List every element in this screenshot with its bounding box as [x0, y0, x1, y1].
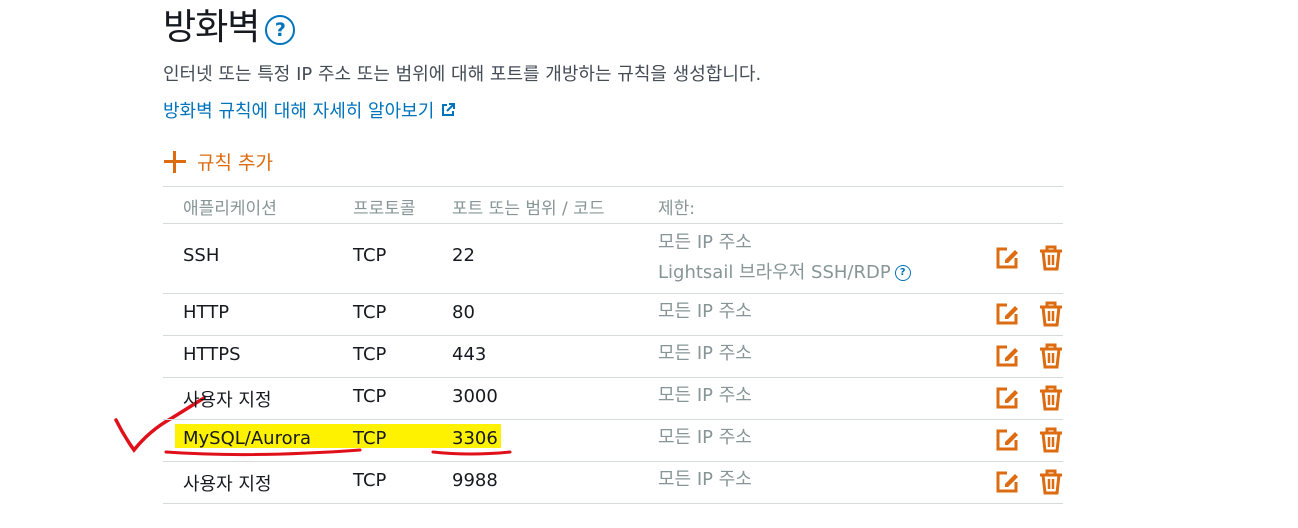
page-title: 방화벽 [163, 7, 260, 48]
edit-icon[interactable] [993, 244, 1021, 272]
restriction-extra: Lightsail 브라우저 SSH/RDP [658, 262, 891, 283]
trash-icon[interactable] [1037, 244, 1065, 272]
cell-port: 3306 [452, 428, 498, 449]
plus-icon [163, 150, 187, 174]
cell-port: 3000 [452, 386, 498, 407]
cell-protocol: TCP [353, 386, 387, 407]
cell-protocol: TCP [353, 344, 387, 365]
cell-protocol: TCP [353, 302, 387, 323]
row-actions [993, 244, 1065, 272]
restriction-line-1: 모든 IP 주소 [658, 232, 752, 253]
trash-icon[interactable] [1037, 426, 1065, 454]
row-actions [993, 468, 1065, 496]
table-row: SSH TCP 22 모든 IP 주소 Lightsail 브라우저 SSH/R… [163, 224, 1063, 294]
table-row: 사용자 지정 TCP 9988 모든 IP 주소 [163, 462, 1063, 504]
table-row: HTTP TCP 80 모든 IP 주소 [163, 294, 1063, 336]
edit-icon[interactable] [993, 384, 1021, 412]
row-actions [993, 300, 1065, 328]
cell-restriction: 모든 IP 주소 [658, 385, 752, 406]
add-rule-label[interactable]: 규칙 추가 [197, 148, 273, 175]
column-header-port: 포트 또는 범위 / 코드 [452, 199, 605, 219]
help-icon[interactable]: ? [894, 265, 911, 281]
cell-application: MySQL/Aurora [183, 428, 312, 449]
table-row: MySQL/Aurora TCP 3306 모든 IP 주소 [163, 420, 1063, 462]
cell-application: 사용자 지정 [183, 390, 272, 411]
learn-more-label[interactable]: 방화벽 규칙에 대해 자세히 알아보기 [163, 97, 434, 123]
edit-icon[interactable] [993, 426, 1021, 454]
row-actions [993, 384, 1065, 412]
cell-restriction: 모든 IP 주소 [658, 427, 752, 448]
cell-application: 사용자 지정 [183, 474, 272, 495]
cell-protocol: TCP [353, 245, 387, 266]
cell-port: 9988 [452, 470, 498, 491]
cell-application: HTTP [183, 302, 230, 323]
trash-icon[interactable] [1037, 468, 1065, 496]
cell-port: 443 [452, 344, 487, 365]
edit-icon[interactable] [993, 300, 1021, 328]
trash-icon[interactable] [1037, 300, 1065, 328]
trash-icon[interactable] [1037, 342, 1065, 370]
row-actions [993, 342, 1065, 370]
column-header-protocol: 프로토콜 [353, 199, 416, 219]
learn-more-link[interactable]: 방화벽 규칙에 대해 자세히 알아보기 [163, 97, 456, 123]
page-description: 인터넷 또는 특정 IP 주소 또는 범위에 대해 포트를 개방하는 규칙을 생… [163, 64, 762, 85]
rules-table: 애플리케이션 프로토콜 포트 또는 범위 / 코드 제한: SSH TCP 22… [163, 186, 1063, 504]
help-icon[interactable]: ? [265, 15, 296, 45]
cell-port: 22 [452, 245, 475, 266]
cell-protocol: TCP [353, 428, 387, 449]
cell-restriction: 모든 IP 주소 Lightsail 브라우저 SSH/RDP? [658, 228, 911, 288]
cell-restriction: 모든 IP 주소 [658, 343, 752, 364]
edit-icon[interactable] [993, 342, 1021, 370]
edit-icon[interactable] [993, 468, 1021, 496]
row-actions [993, 426, 1065, 454]
external-link-icon [442, 103, 456, 116]
trash-icon[interactable] [1037, 384, 1065, 412]
column-header-restriction: 제한: [658, 199, 696, 219]
add-rule-button[interactable]: 규칙 추가 [163, 148, 273, 175]
title-row: 방화벽 ? [163, 6, 296, 50]
cell-application: HTTPS [183, 344, 241, 365]
column-header-application: 애플리케이션 [183, 199, 277, 219]
table-row: HTTPS TCP 443 모든 IP 주소 [163, 336, 1063, 378]
restriction-line-2: Lightsail 브라우저 SSH/RDP? [658, 258, 911, 288]
cell-protocol: TCP [353, 470, 387, 491]
cell-restriction: 모든 IP 주소 [658, 469, 752, 490]
cell-port: 80 [452, 302, 475, 323]
cell-restriction: 모든 IP 주소 [658, 301, 752, 322]
cell-application: SSH [183, 245, 220, 266]
table-header: 애플리케이션 프로토콜 포트 또는 범위 / 코드 제한: [163, 187, 1063, 224]
table-row: 사용자 지정 TCP 3000 모든 IP 주소 [163, 378, 1063, 420]
